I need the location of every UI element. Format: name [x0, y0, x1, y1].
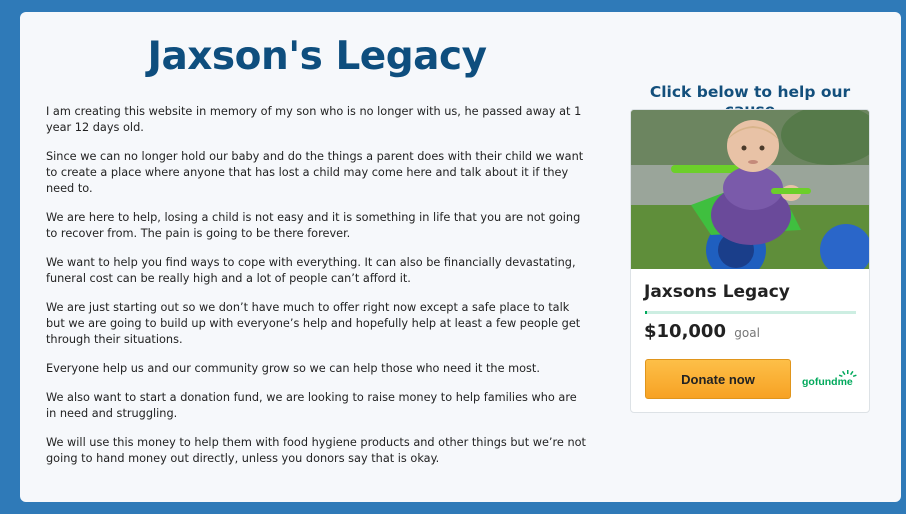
story-paragraph: Everyone help us and our community grow …	[46, 362, 540, 375]
page-title: Jaxson's Legacy	[147, 34, 487, 79]
content-card: Jaxson's Legacy I am creating this websi…	[20, 12, 901, 502]
gofundme-widget[interactable]: Jaxsons Legacy $10,000 goal Donate now g…	[630, 109, 870, 413]
story-paragraph: We are here to help, losing a child is n…	[46, 211, 581, 240]
campaign-name[interactable]: Jaxsons Legacy	[644, 282, 790, 302]
story-paragraph: We will use this money to help them with…	[46, 436, 586, 465]
child-on-tricycle-photo[interactable]	[631, 110, 869, 269]
goal-value: $10,000	[644, 321, 726, 342]
progress-fill	[645, 311, 648, 314]
story-paragraph: We want to help you find ways to cope wi…	[46, 256, 576, 285]
goal-amount: $10,000 goal	[644, 321, 760, 342]
story-paragraph: We are just starting out so we don’t hav…	[46, 301, 581, 346]
story-text: I am creating this website in memory of …	[46, 104, 586, 480]
donate-button[interactable]: Donate now	[645, 359, 791, 399]
story-paragraph: Since we can no longer hold our baby and…	[46, 150, 584, 195]
progress-bar	[645, 311, 856, 314]
logo-text: gofundme	[802, 376, 853, 388]
story-paragraph: I am creating this website in memory of …	[46, 105, 582, 134]
story-paragraph: We also want to start a donation fund, w…	[46, 391, 577, 420]
goal-label: goal	[734, 326, 760, 340]
gofundme-logo[interactable]: gofundme	[801, 370, 857, 388]
